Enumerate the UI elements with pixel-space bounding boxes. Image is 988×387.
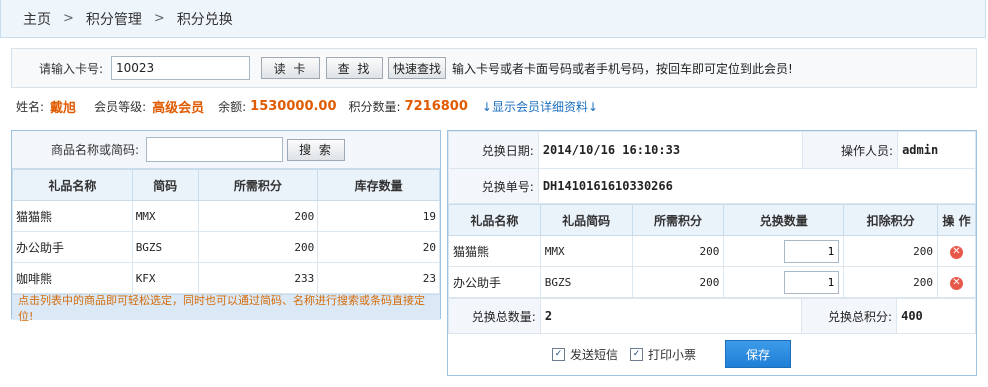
col-gift-name: 礼品名称: [12, 169, 133, 201]
col-deduct-points: 扣除积分: [843, 204, 939, 236]
gift-name: 咖啡熊: [12, 262, 133, 294]
gift-code: BGZS: [131, 231, 199, 263]
chevron-right-icon: >: [63, 11, 74, 26]
item-code: BGZS: [539, 266, 633, 298]
gift-code: KFX: [131, 262, 199, 294]
item-action-cell: ✕: [937, 266, 976, 298]
exchange-actions: ✓ 发送短信 ✓ 打印小票 保存: [448, 334, 976, 374]
gift-search-input[interactable]: [146, 137, 283, 162]
gift-points: 200: [197, 200, 319, 232]
breadcrumb: 主页 > 积分管理 > 积分兑换: [0, 0, 986, 38]
gift-table: 礼品名称 简码 所需积分 库存数量 猫猫熊 MMX 200 19 办公助手 BG…: [12, 169, 440, 294]
operator-value: admin: [897, 131, 976, 169]
delete-icon[interactable]: ✕: [950, 245, 963, 259]
breadcrumb-points-exchange: 积分兑换: [176, 11, 233, 28]
exchange-totals-table: 兑换总数量: 2 兑换总积分: 400: [448, 298, 976, 334]
exchange-panel: 兑换日期: 2014/10/16 16:10:33 操作人员: admin 兑换…: [447, 130, 977, 376]
gift-stock: 20: [317, 231, 440, 263]
breadcrumb-points-management[interactable]: 积分管理: [86, 9, 142, 29]
member-points: 7216800: [404, 98, 468, 114]
print-receipt-checkbox[interactable]: ✓: [630, 347, 644, 361]
member-points-label: 积分数量:: [348, 99, 401, 114]
gift-code: MMX: [131, 200, 199, 232]
gift-search-button[interactable]: 搜 索: [287, 138, 345, 161]
item-points: 200: [631, 235, 725, 267]
print-receipt-option[interactable]: ✓ 打印小票: [630, 346, 696, 363]
save-button[interactable]: 保存: [725, 340, 792, 368]
col-gift-name: 礼品名称: [448, 204, 541, 236]
member-info: 姓名: 戴旭 会员等级: 高级会员 余额: 1530000.00 积分数量: 7…: [16, 96, 598, 116]
exchange-info-table: 兑换日期: 2014/10/16 16:10:33 操作人员: admin 兑换…: [448, 131, 977, 204]
item-action-cell: ✕: [937, 235, 976, 267]
table-row[interactable]: 办公助手 BGZS 200 20: [12, 231, 440, 263]
item-qty-input[interactable]: [784, 239, 840, 263]
item-code: MMX: [539, 235, 633, 267]
breadcrumb-home[interactable]: 主页: [23, 9, 51, 29]
exchange-items-table: 礼品名称 礼品简码 所需积分 兑换数量 扣除积分 操 作 猫猫熊 MMX 200…: [448, 204, 976, 298]
table-row[interactable]: 咖啡熊 KFX 233 23: [12, 262, 440, 294]
card-number-input[interactable]: [111, 56, 250, 80]
table-row: 办公助手 BGZS 200 200 ✕: [448, 266, 976, 298]
col-points-required: 所需积分: [197, 169, 319, 201]
gift-name: 办公助手: [12, 231, 133, 263]
item-qty-cell: [723, 266, 845, 298]
table-row[interactable]: 猫猫熊 MMX 200 19: [12, 200, 440, 232]
member-balance-label: 余额:: [218, 99, 247, 114]
operator-label: 操作人员:: [802, 131, 899, 169]
chevron-right-icon: >: [153, 11, 165, 26]
item-name: 猫猫熊: [448, 235, 541, 267]
total-points: 400: [896, 298, 976, 334]
find-button[interactable]: 查 找: [326, 57, 383, 79]
send-sms-label: 发送短信: [570, 347, 619, 362]
send-sms-checkbox[interactable]: ✓: [552, 347, 565, 361]
gift-points: 233: [197, 262, 319, 294]
print-receipt-label: 打印小票: [648, 347, 697, 362]
item-name: 办公助手: [448, 266, 541, 298]
card-hint-text: 输入卡号或者卡面号码或者手机号码，按回车即可定位到此会员!: [452, 61, 793, 76]
gift-name: 猫猫熊: [12, 200, 133, 232]
item-qty-cell: [723, 235, 845, 267]
col-points-required: 所需积分: [631, 204, 725, 236]
item-deduct: 200: [843, 266, 939, 298]
card-number-label: 请输入卡号:: [39, 61, 104, 76]
item-qty-input[interactable]: [784, 270, 840, 294]
gift-list-tip: 点击列表中的商品即可轻松选定，同时也可以通过简码、名称进行搜索或条码直接定位!: [12, 294, 440, 323]
gift-points: 200: [197, 231, 319, 263]
member-level-label: 会员等级:: [94, 99, 147, 114]
order-number: DH1410161610330266: [537, 168, 977, 204]
member-level: 高级会员: [152, 100, 205, 116]
member-balance: 1530000.00: [250, 98, 337, 114]
col-exchange-qty: 兑换数量: [723, 204, 845, 236]
read-card-button[interactable]: 读 卡: [261, 57, 320, 79]
show-member-details-link[interactable]: ↓显示会员详细资料↓: [482, 98, 598, 115]
table-row: 猫猫熊 MMX 200 200 ✕: [448, 235, 976, 267]
col-gift-code: 礼品简码: [539, 204, 633, 236]
member-name-label: 姓名:: [16, 99, 45, 114]
gift-stock: 19: [317, 200, 440, 232]
send-sms-option[interactable]: ✓ 发送短信: [552, 346, 618, 363]
order-number-label: 兑换单号:: [448, 168, 539, 204]
gift-search-bar: 商品名称或简码: 搜 索: [12, 131, 440, 169]
gift-table-header: 礼品名称 简码 所需积分 库存数量: [12, 169, 440, 201]
quick-find-button[interactable]: 快速查找: [388, 57, 446, 79]
exchange-date-label: 兑换日期:: [448, 131, 539, 169]
exchange-items-header: 礼品名称 礼品简码 所需积分 兑换数量 扣除积分 操 作: [448, 204, 976, 236]
total-qty: 2: [539, 298, 803, 334]
delete-icon[interactable]: ✕: [950, 276, 963, 290]
total-qty-label: 兑换总数量:: [448, 298, 541, 334]
gift-list-panel: 商品名称或简码: 搜 索 礼品名称 简码 所需积分 库存数量 猫猫熊 MMX 2…: [11, 130, 441, 323]
total-points-label: 兑换总积分:: [801, 298, 898, 334]
col-action: 操 作: [937, 204, 976, 236]
item-points: 200: [631, 266, 725, 298]
exchange-date: 2014/10/16 16:10:33: [537, 131, 804, 169]
item-deduct: 200: [843, 235, 939, 267]
gift-stock: 23: [317, 262, 440, 294]
gift-search-label: 商品名称或简码:: [50, 143, 139, 157]
card-search-bar: 请输入卡号: 读 卡 查 找 快速查找 输入卡号或者卡面号码或者手机号码，按回车…: [11, 48, 977, 88]
col-stock: 库存数量: [317, 169, 440, 201]
col-code: 简码: [131, 169, 199, 201]
member-name: 戴旭: [50, 100, 77, 116]
